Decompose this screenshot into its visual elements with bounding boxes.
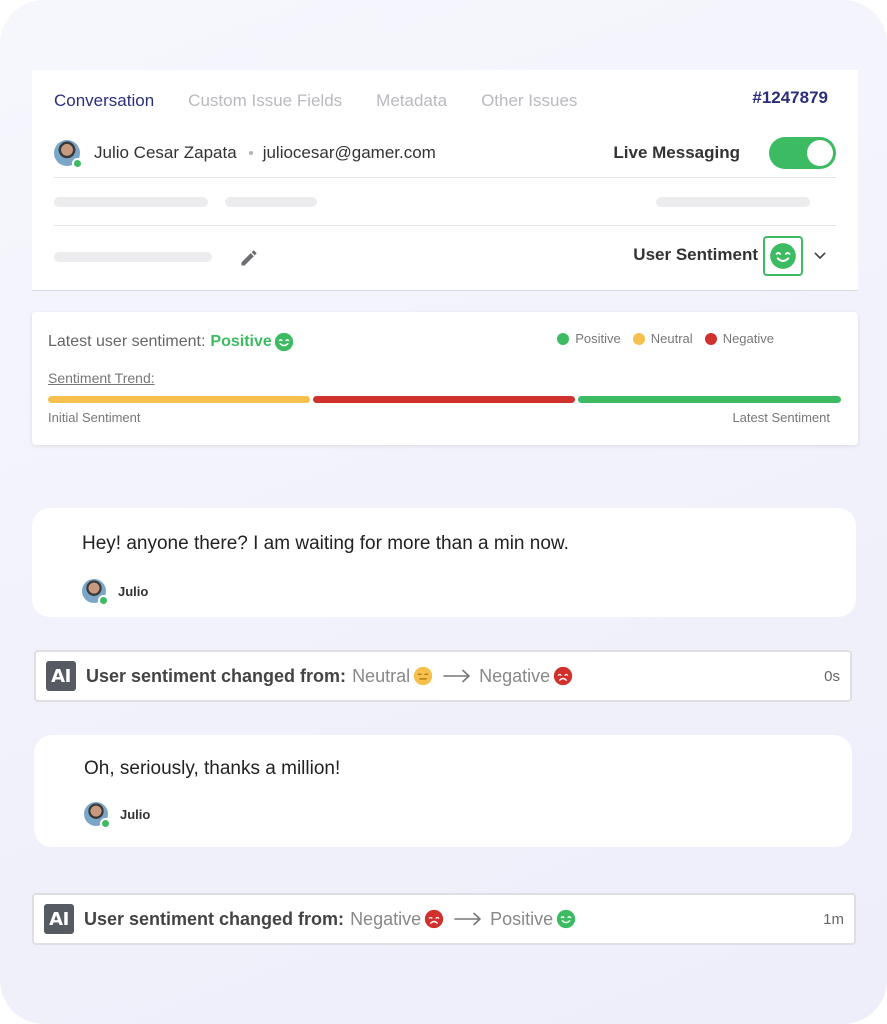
happy-face-icon bbox=[556, 909, 576, 929]
legend-label: Neutral bbox=[650, 331, 693, 346]
app-frame: Conversation Custom Issue Fields Metadat… bbox=[0, 0, 887, 1024]
avatar bbox=[82, 579, 109, 606]
tab-bar: Conversation Custom Issue Fields Metadat… bbox=[54, 91, 611, 111]
divider bbox=[54, 177, 836, 178]
sentiment-from: Neutral bbox=[352, 665, 411, 686]
online-status-icon bbox=[98, 595, 109, 606]
legend-label: Negative bbox=[722, 331, 774, 346]
latest-sentiment-value: Positive bbox=[210, 333, 272, 350]
ai-sentiment-event: AI User sentiment changed from: Negative… bbox=[32, 893, 856, 945]
tab-conversation[interactable]: Conversation bbox=[54, 91, 154, 111]
online-status-icon bbox=[100, 818, 111, 829]
conversation-header: Conversation Custom Issue Fields Metadat… bbox=[32, 70, 858, 290]
event-time: 1m bbox=[823, 910, 844, 928]
sentiment-to: Positive bbox=[490, 908, 554, 929]
trend-segment-positive bbox=[578, 396, 841, 403]
message-text: Oh, seriously, thanks a million! bbox=[84, 758, 341, 779]
message-bubble: Hey! anyone there? I am waiting for more… bbox=[32, 508, 856, 617]
sentiment-panel: Latest user sentiment: Positive Positive… bbox=[32, 312, 858, 445]
message-bubble: Oh, seriously, thanks a million! Julio bbox=[34, 735, 852, 847]
message-text: Hey! anyone there? I am waiting for more… bbox=[82, 533, 569, 554]
positive-dot-icon bbox=[557, 332, 570, 345]
trend-segment-neutral bbox=[48, 396, 310, 403]
ai-sentiment-event: AI User sentiment changed from: Neutral … bbox=[34, 650, 852, 702]
happy-face-icon bbox=[274, 332, 293, 352]
sentiment-from: Negative bbox=[350, 908, 422, 929]
pencil-icon[interactable] bbox=[239, 248, 259, 268]
user-email: juliocesar@gamer.com bbox=[262, 143, 436, 162]
initial-sentiment-label: Initial Sentiment bbox=[48, 410, 141, 425]
trend-segment-negative bbox=[313, 396, 575, 403]
event-time: 0s bbox=[824, 667, 840, 685]
online-status-icon bbox=[72, 158, 83, 169]
latest-sentiment-trend-label: Latest Sentiment bbox=[732, 410, 830, 425]
arrow-right-icon bbox=[443, 669, 470, 683]
ai-event-label: User sentiment changed from: bbox=[84, 908, 345, 929]
author-name: Julio bbox=[118, 583, 149, 599]
sad-face-icon bbox=[553, 666, 573, 686]
ai-badge-icon: AI bbox=[44, 904, 74, 934]
separator-dot bbox=[248, 151, 253, 155]
sentiment-trend-label: Sentiment Trend: bbox=[48, 370, 155, 386]
ai-badge-icon: AI bbox=[46, 661, 76, 691]
message-author: Julio bbox=[82, 579, 149, 606]
neutral-dot-icon bbox=[632, 332, 645, 345]
happy-face-icon bbox=[770, 243, 796, 269]
user-sentiment-selector[interactable] bbox=[763, 236, 803, 276]
negative-dot-icon bbox=[704, 332, 717, 345]
author-name: Julio bbox=[120, 806, 151, 822]
arrow-right-icon bbox=[454, 912, 481, 926]
latest-sentiment-label: Latest user sentiment: bbox=[48, 333, 206, 350]
toggle-knob bbox=[807, 140, 833, 166]
legend-positive: Positive bbox=[557, 331, 621, 346]
avatar bbox=[54, 140, 83, 169]
avatar bbox=[84, 802, 111, 829]
latest-sentiment: Latest user sentiment: Positive bbox=[48, 332, 294, 352]
tab-custom-issue-fields[interactable]: Custom Issue Fields bbox=[188, 91, 342, 111]
legend-neutral: Neutral bbox=[632, 331, 693, 346]
user-sentiment-label: User Sentiment bbox=[633, 245, 758, 264]
legend-label: Positive bbox=[575, 331, 621, 346]
sentiment-to: Negative bbox=[479, 665, 551, 686]
message-author: Julio bbox=[84, 802, 151, 829]
ticket-id: #1247879 bbox=[752, 88, 828, 107]
placeholder-line bbox=[54, 252, 212, 262]
legend-negative: Negative bbox=[704, 331, 774, 346]
sentiment-legend: Positive Neutral Negative bbox=[545, 331, 774, 346]
placeholder-line bbox=[54, 197, 208, 207]
chevron-down-icon[interactable] bbox=[812, 248, 828, 264]
neutral-face-icon bbox=[413, 666, 433, 686]
tab-metadata[interactable]: Metadata bbox=[376, 91, 447, 111]
divider bbox=[54, 225, 836, 226]
sad-face-icon bbox=[424, 909, 444, 929]
ai-event-label: User sentiment changed from: bbox=[86, 665, 347, 686]
tab-other-issues[interactable]: Other Issues bbox=[481, 91, 577, 111]
user-row: Julio Cesar Zapata juliocesar@gamer.com … bbox=[54, 137, 836, 169]
live-messaging-label: Live Messaging bbox=[613, 143, 740, 162]
placeholder-line bbox=[225, 197, 317, 207]
placeholder-line bbox=[656, 197, 810, 207]
live-messaging-toggle[interactable] bbox=[769, 137, 836, 169]
user-name: Julio Cesar Zapata bbox=[94, 143, 237, 162]
